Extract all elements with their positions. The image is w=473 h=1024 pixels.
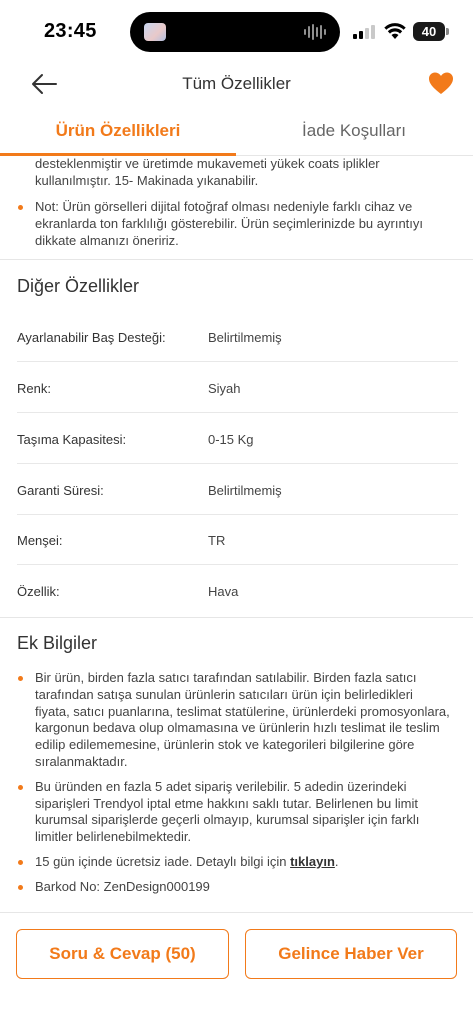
divider (0, 259, 473, 260)
feature-row: Menşei: TR (17, 514, 458, 565)
bullet-icon (18, 884, 23, 890)
feature-label: Menşei: (17, 533, 63, 548)
header: Tüm Özellikler (0, 62, 473, 106)
bullet-icon (18, 676, 23, 681)
now-playing-artwork-icon (144, 23, 166, 41)
bullet-icon (18, 205, 23, 210)
list-item: Bu üründen en fazla 5 adet sipariş veril… (0, 779, 473, 846)
extra-info-title: Ek Bilgiler (17, 633, 98, 653)
list-item: 15 gün içinde ücretsiz iade. Detaylı bil… (0, 854, 473, 871)
list-item: Barkod No: ZenDesign000199 (0, 879, 473, 896)
feature-value: Siyah (208, 381, 241, 396)
favorite-button[interactable] (427, 70, 455, 96)
description-item: desteklenmiştir ve üretimde mukavemeti y… (0, 157, 473, 190)
feature-row: Renk: Siyah (17, 362, 458, 413)
feature-label: Renk: (17, 381, 51, 396)
feature-label: Taşıma Kapasitesi: (17, 432, 127, 447)
heart-icon (429, 72, 453, 94)
status-time: 23:45 (44, 20, 97, 42)
dynamic-island (130, 12, 340, 52)
tab-product-features[interactable]: Ürün Özellikleri (0, 108, 236, 156)
description-note: Not: Ürün görselleri dijital fotoğraf ol… (0, 199, 473, 249)
notify-when-available-button[interactable]: Gelince Haber Ver (245, 929, 457, 979)
description-text: desteklenmiştir ve üretimde mukavemeti y… (35, 157, 380, 188)
feature-label: Ayarlanabilir Baş Desteği: (17, 330, 166, 345)
return-policy-link[interactable]: tıklayın (290, 854, 335, 869)
feature-row: Garanti Süresi: Belirtilmemiş (17, 464, 458, 515)
extra-info-text: Bu üründen en fazla 5 adet sipariş veril… (35, 778, 420, 845)
status-bar: 23:45 40 (0, 0, 473, 62)
wifi-icon (384, 23, 406, 39)
bullet-icon (18, 784, 23, 790)
battery-icon: 40 (413, 22, 449, 41)
question-answer-button[interactable]: Soru & Cevap (50) (16, 929, 229, 979)
page-title: Tüm Özellikler (182, 74, 291, 93)
audio-waveform-icon (304, 24, 326, 40)
other-features-title: Diğer Özellikler (17, 276, 140, 296)
bottom-action-bar: Soru & Cevap (50) Gelince Haber Ver (0, 912, 473, 1024)
product-description: desteklenmiştir ve üretimde mukavemeti y… (0, 157, 473, 259)
tab-bar: Ürün Özellikleri İade Koşulları (0, 108, 473, 156)
feature-value: 0-15 Kg (208, 432, 254, 447)
battery-level: 40 (413, 22, 445, 41)
feature-row: Ayarlanabilir Baş Desteği: Belirtilmemiş (17, 311, 458, 362)
return-policy-text: 15 gün içinde ücretsiz iade. Detaylı bil… (35, 853, 291, 869)
feature-value: TR (208, 533, 226, 548)
feature-value: Hava (208, 584, 239, 599)
feature-value: Belirtilmemiş (208, 330, 282, 345)
feature-row: Taşıma Kapasitesi: 0-15 Kg (17, 413, 458, 464)
list-item: Bir ürün, birden fazla satıcı tarafından… (0, 670, 473, 771)
note-text: Not: Ürün görselleri dijital fotoğraf ol… (35, 199, 424, 248)
tab-return-conditions[interactable]: İade Koşulları (236, 108, 472, 156)
extra-info-list: Bir ürün, birden fazla satıcı tarafından… (0, 670, 473, 904)
cellular-signal-icon (353, 25, 375, 39)
feature-value: Belirtilmemiş (208, 483, 282, 498)
feature-label: Özellik: (17, 584, 60, 599)
feature-row: Özellik: Hava (17, 565, 458, 616)
divider (0, 617, 473, 618)
barcode-text: Barkod No: ZenDesign000199 (35, 878, 210, 894)
feature-label: Garanti Süresi: (17, 483, 104, 498)
return-policy-suffix: . (334, 853, 339, 869)
extra-info-text: Bir ürün, birden fazla satıcı tarafından… (35, 670, 450, 769)
bullet-icon (18, 859, 23, 865)
